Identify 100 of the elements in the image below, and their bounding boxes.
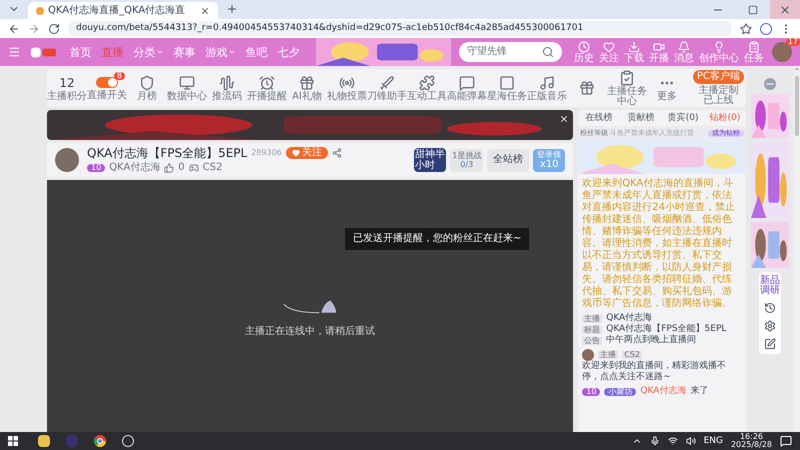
close-ad-icon[interactable]	[559, 114, 570, 124]
tool-icon[interactable]	[619, 70, 635, 86]
room-id: 289306	[251, 149, 282, 157]
level-badge: 10	[87, 164, 106, 172]
tool-label[interactable]: 数据中心	[167, 92, 207, 102]
profile-icon[interactable]	[760, 22, 772, 34]
tool-label[interactable]: 更多	[647, 92, 687, 102]
connection-status: 主播正在连线中，请稍后重试	[245, 327, 376, 337]
forward-icon[interactable]	[28, 22, 40, 34]
rank-tab[interactable]: 在线榜	[578, 114, 620, 122]
reload-icon[interactable]	[48, 22, 60, 34]
info-value: 中午两点到晚上直播间	[606, 336, 696, 345]
nav-action[interactable]: 创作中心	[699, 40, 739, 64]
tool-icon[interactable]	[459, 74, 475, 90]
nav-action[interactable]: 历史	[574, 40, 594, 64]
challenge-card[interactable]: 1星挑战 0/3	[450, 148, 484, 172]
history-icon[interactable]	[764, 302, 776, 314]
menu-icon[interactable]	[8, 45, 21, 59]
tool-icon[interactable]	[579, 80, 595, 96]
tool-label[interactable]: 正版音乐	[527, 92, 567, 102]
tool-icon[interactable]	[219, 74, 235, 90]
tool-label[interactable]: 推流码	[207, 92, 247, 102]
tool-icon[interactable]	[539, 74, 555, 90]
tool-icon[interactable]	[339, 74, 355, 90]
scroll-up-icon[interactable]	[794, 66, 800, 72]
settings-icon[interactable]	[764, 320, 776, 332]
tool-label[interactable]: 主播任务中心	[607, 86, 647, 106]
nav-link[interactable]: 分类	[134, 46, 164, 58]
nav-action-icon	[628, 40, 640, 52]
collapse-icon[interactable]	[764, 78, 776, 90]
windows-icon[interactable]	[8, 436, 18, 446]
network-icon[interactable]	[668, 436, 678, 446]
nav-action[interactable]: 开播	[649, 40, 669, 64]
game-tag: CS2	[622, 351, 642, 359]
tool-icon[interactable]	[419, 74, 435, 90]
language-indicator[interactable]: ENG	[704, 436, 723, 446]
promo-card[interactable]: 甜神半小时	[414, 148, 446, 172]
info-tag: 公告	[582, 336, 602, 344]
tool-label[interactable]: 刀锋助手	[367, 92, 407, 102]
app-icon[interactable]	[38, 435, 50, 447]
client-note: 主播定制已上线	[697, 86, 740, 106]
app-icon[interactable]	[122, 435, 134, 447]
tool-label[interactable]: 开播提醒	[247, 92, 287, 102]
streamer-name[interactable]: QKA付志海	[109, 163, 160, 173]
volume-icon[interactable]	[686, 436, 696, 446]
tool-icon[interactable]	[179, 74, 195, 90]
tool-label[interactable]: 主播积分	[47, 92, 87, 102]
close-tab-icon[interactable]	[200, 6, 210, 16]
share-icon[interactable]	[332, 148, 342, 158]
tool-label[interactable]: 直播开关	[87, 91, 127, 101]
nav-action-icon	[713, 40, 725, 52]
microphone-icon[interactable]	[650, 436, 660, 446]
rank-button[interactable]: 全站榜	[487, 148, 530, 172]
search-field[interactable]: 守望先锋	[459, 42, 562, 62]
like-icon	[164, 163, 174, 173]
new-tab-icon[interactable]	[226, 3, 238, 15]
notice-text: 欢迎来到QKA付志海的直播间，斗鱼严禁未成年人直播或打赏，依法对直播内容进行24小时巡查，禁止传播封建迷信、吸烟酗酒、低俗色情、赌博诈骗等任何违法违规内容。请理性消费，如主播在直播时以不正当方式诱导打赏、私下交易，请谨慎判断，以防人身财产损失。请勿轻信各类招聘征婚、代练代抽、私下交易、购买礼包码、游戏币等广告信息，谨防网络诈骗。	[580, 176, 736, 311]
nav-action[interactable]: 消息	[674, 40, 694, 64]
info-value: QKA付志海	[606, 314, 652, 323]
search-icon[interactable]	[542, 46, 554, 58]
bookmark-icon[interactable]	[740, 22, 752, 34]
login-reward-card[interactable]: 登录领 x10	[533, 148, 566, 172]
browser-icon[interactable]	[94, 435, 106, 447]
nav-link[interactable]: 首页	[70, 46, 92, 58]
nav-action-icon	[603, 40, 615, 52]
nav-action[interactable]: 下载	[624, 40, 644, 64]
live-toggle[interactable]	[96, 77, 118, 88]
nav-link[interactable]: 鱼吧	[246, 46, 268, 58]
browser-tab[interactable]: QKA付志海直播_QKA付志海直	[28, 2, 218, 19]
address-bar[interactable]: douyu.com/beta/5544313?_r=0.49400454553740314&dyshid=d29c075-ac1eb510cf84c4a285ad455300061701	[68, 21, 732, 36]
tool-icon[interactable]	[299, 74, 315, 90]
tool-label[interactable]: 星海任务	[487, 92, 527, 102]
edit-icon[interactable]	[764, 338, 776, 350]
tool-label[interactable]: 高能弹幕	[447, 92, 487, 102]
follow-button[interactable]: 关注	[286, 147, 328, 159]
rank-tab[interactable]: 贵宾(0)	[662, 114, 704, 122]
nav-action[interactable]: 任务	[744, 40, 764, 64]
user-name[interactable]: QKA付志海	[640, 387, 686, 396]
nav-link[interactable]: 游戏	[206, 46, 236, 58]
nav-action[interactable]: 关注	[599, 40, 619, 64]
rank-tab[interactable]: 贡献榜	[620, 114, 662, 122]
tool-label[interactable]: 互动工具	[407, 92, 447, 102]
tool-label[interactable]: 月榜	[127, 92, 167, 102]
tool-label[interactable]: AI礼物	[287, 92, 327, 102]
nav-link[interactable]: 七夕	[278, 46, 300, 58]
client-button[interactable]: PC客户端	[692, 70, 744, 84]
tool-icon[interactable]	[259, 74, 275, 90]
game-tag[interactable]: CS2	[202, 163, 222, 173]
close-window-button[interactable]	[770, 0, 800, 19]
back-icon[interactable]	[8, 22, 20, 34]
clock[interactable]: 16:26 2025/8/28	[730, 433, 772, 449]
maximize-icon[interactable]	[748, 4, 758, 14]
tool-icon[interactable]	[139, 74, 155, 90]
rank-tab[interactable]: 钻粉(0)	[704, 114, 746, 122]
tool-label[interactable]: 礼物投票	[327, 92, 367, 102]
info-tag: 主播	[582, 314, 602, 322]
tool-icon[interactable]	[499, 74, 515, 90]
nav-link[interactable]: 赛事	[174, 46, 196, 58]
notifications-icon[interactable]	[780, 435, 792, 447]
tool-icon[interactable]	[379, 74, 395, 90]
